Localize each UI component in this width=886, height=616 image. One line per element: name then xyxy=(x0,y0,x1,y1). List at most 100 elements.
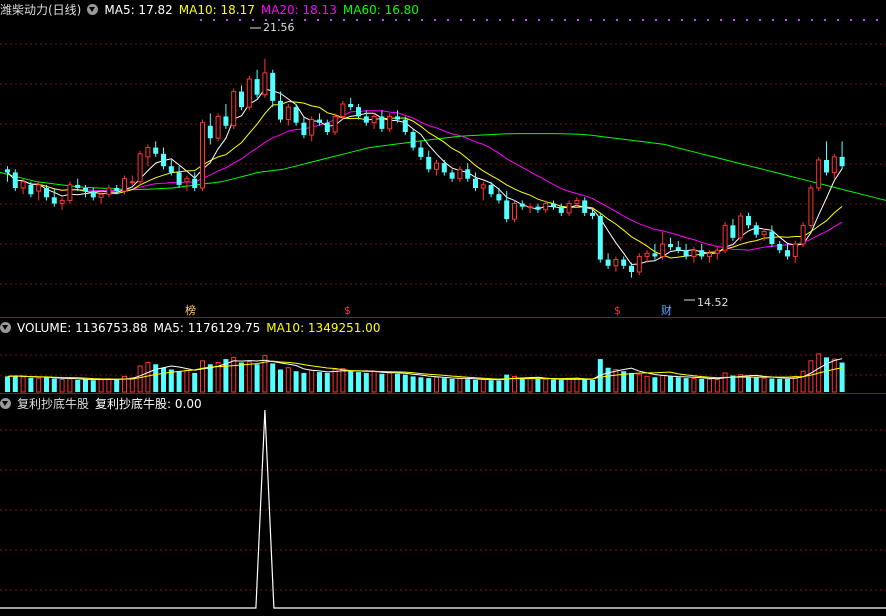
volume-bar xyxy=(473,379,478,392)
volume-bar xyxy=(309,369,315,393)
volume-bar xyxy=(363,372,369,392)
volume-bar xyxy=(137,365,143,393)
signal-dot xyxy=(876,19,878,21)
candle-body xyxy=(5,169,10,173)
volume-bar xyxy=(402,374,408,392)
candle-body xyxy=(122,178,127,192)
candle-body xyxy=(831,156,837,173)
volume-bar xyxy=(20,376,26,393)
volume-bar xyxy=(519,377,525,392)
signal-dot xyxy=(720,19,722,21)
marker-finance[interactable]: 财 xyxy=(661,303,672,317)
volume-bar xyxy=(387,372,393,393)
volume-bar xyxy=(254,364,260,392)
volume-bar xyxy=(480,379,486,393)
candle-body xyxy=(800,224,806,245)
candle-body xyxy=(285,106,291,121)
volume-bar xyxy=(683,378,689,392)
candle-body xyxy=(512,203,517,220)
volume-bar xyxy=(285,367,291,393)
volume-bar xyxy=(769,378,775,392)
volume-bar xyxy=(839,362,845,392)
volume-bar xyxy=(98,379,104,393)
signal-dot xyxy=(369,19,371,21)
signal-dot xyxy=(642,19,644,21)
volume-bar xyxy=(340,368,346,393)
signal-dot xyxy=(551,19,553,21)
marker-dollar-1[interactable]: $ xyxy=(344,304,351,317)
price-annotations: 21.56 14.52 榜 $ $ 财 xyxy=(185,21,729,317)
candle-body xyxy=(426,156,432,170)
volume-bar xyxy=(12,375,18,392)
candle-body xyxy=(317,119,322,123)
candle-body xyxy=(410,132,416,148)
volume-bar xyxy=(426,378,432,392)
candle-body xyxy=(824,160,829,173)
signal-dot xyxy=(447,19,449,21)
candle-body xyxy=(301,122,307,136)
candle-body xyxy=(480,184,486,189)
candle-body xyxy=(590,212,595,216)
volume-bar xyxy=(441,378,447,392)
volume-bar xyxy=(231,356,237,393)
candle-body xyxy=(332,115,338,133)
candle-body xyxy=(324,122,330,132)
signal-dot xyxy=(707,19,709,21)
candle-body xyxy=(184,178,190,183)
volume-bar xyxy=(792,375,798,393)
volume-bar xyxy=(488,380,494,392)
candle-body xyxy=(129,181,135,184)
candle-body xyxy=(387,115,393,130)
volume-bar xyxy=(660,375,666,393)
candle-body xyxy=(356,107,361,117)
volume-bar xyxy=(527,377,533,393)
kline-chart[interactable]: 21.56 14.52 榜 $ $ 财 xyxy=(0,0,886,616)
volume-bar xyxy=(785,379,790,392)
volume-bar xyxy=(605,367,611,392)
volume-bar xyxy=(176,371,182,392)
candle-body xyxy=(371,115,377,124)
volume-ma10-line xyxy=(7,360,843,380)
candle-body xyxy=(348,104,354,108)
volume-bar xyxy=(28,377,34,392)
candle-body xyxy=(434,162,439,170)
candle-body xyxy=(551,203,556,207)
candle-body xyxy=(558,206,564,213)
candle-body xyxy=(574,199,580,205)
volume-bar xyxy=(270,363,276,392)
signal-dot xyxy=(759,19,761,21)
signal-dot xyxy=(863,19,865,21)
candle-body xyxy=(340,103,346,117)
signal-dot xyxy=(252,19,254,21)
volume-bar xyxy=(239,362,244,392)
volume-bar xyxy=(652,377,658,392)
signal-dot xyxy=(577,19,579,21)
candle-body xyxy=(691,249,697,257)
signal-dot xyxy=(226,19,228,21)
volume-bars xyxy=(5,353,845,393)
signal-dot xyxy=(837,19,839,21)
candle-body xyxy=(519,203,525,207)
candle-body xyxy=(761,231,767,236)
indicator-spike-line xyxy=(0,409,886,609)
signal-dot xyxy=(772,19,774,21)
signal-dot xyxy=(590,19,592,21)
signal-dot xyxy=(785,19,787,21)
volume-bar xyxy=(301,372,307,392)
volume-bar xyxy=(293,371,299,392)
signal-dot xyxy=(304,19,306,21)
marker-bang[interactable]: 榜 xyxy=(185,303,196,317)
volume-bar xyxy=(67,378,73,393)
signal-dot xyxy=(382,19,384,21)
candle-body xyxy=(722,224,728,251)
candle-body xyxy=(90,191,96,198)
top-signal-dots xyxy=(200,19,878,21)
volume-bar xyxy=(348,371,354,392)
volume-bar xyxy=(590,379,595,392)
signal-dot xyxy=(811,19,813,21)
marker-dollar-2[interactable]: $ xyxy=(614,304,621,317)
candle-body xyxy=(270,72,276,101)
candle-body xyxy=(262,72,268,96)
signal-dot xyxy=(330,19,332,21)
volume-bar xyxy=(145,362,151,393)
